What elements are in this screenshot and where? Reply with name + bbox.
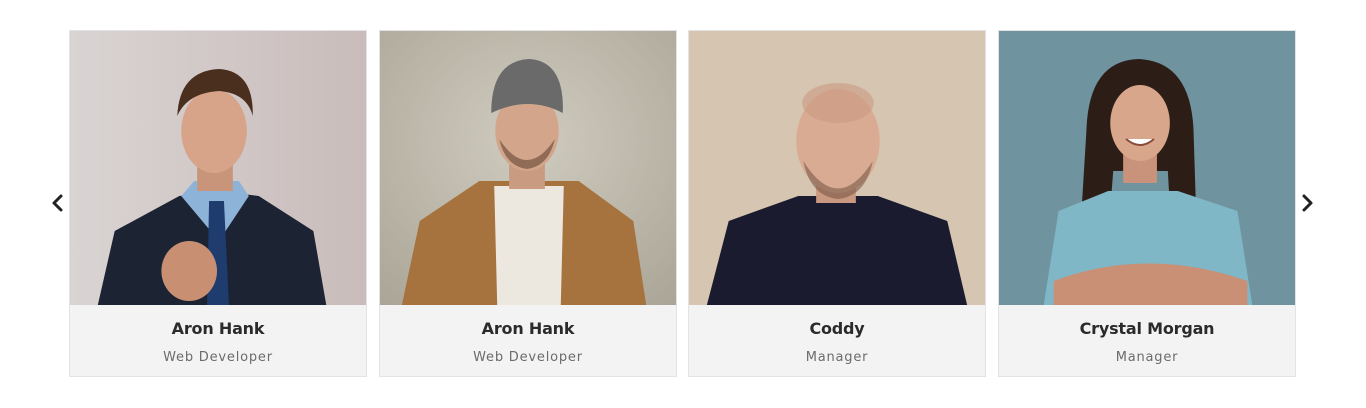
team-member-info: Coddy Manager: [689, 305, 985, 376]
team-member-info: Aron Hank Web Developer: [70, 305, 366, 376]
team-card[interactable]: Coddy Manager: [688, 30, 986, 377]
team-card[interactable]: Aron Hank Web Developer: [69, 30, 367, 377]
team-member-info: Crystal Morgan Manager: [999, 305, 1295, 376]
team-member-info: Aron Hank Web Developer: [380, 305, 676, 376]
team-member-name: Aron Hank: [481, 319, 575, 338]
team-member-name: Coddy: [809, 319, 865, 338]
team-member-name: Crystal Morgan: [1079, 319, 1215, 338]
team-carousel: Aron Hank Web Developer Aron Hank Web De…: [0, 0, 1366, 408]
team-card[interactable]: Aron Hank Web Developer: [379, 30, 677, 377]
team-card[interactable]: Crystal Morgan Manager: [998, 30, 1296, 377]
team-member-role: Manager: [1115, 350, 1179, 365]
team-member-name: Aron Hank: [171, 319, 265, 338]
team-member-role: Manager: [805, 350, 869, 365]
prev-arrow-button[interactable]: [48, 193, 68, 213]
team-member-photo: [70, 31, 366, 305]
team-member-photo: [689, 31, 985, 305]
team-member-photo: [999, 31, 1295, 305]
team-member-role: Web Developer: [473, 350, 583, 365]
chevron-left-icon: [52, 194, 63, 212]
next-arrow-button[interactable]: [1297, 193, 1317, 213]
team-member-photo: [380, 31, 676, 305]
team-member-role: Web Developer: [163, 350, 273, 365]
chevron-right-icon: [1302, 194, 1313, 212]
